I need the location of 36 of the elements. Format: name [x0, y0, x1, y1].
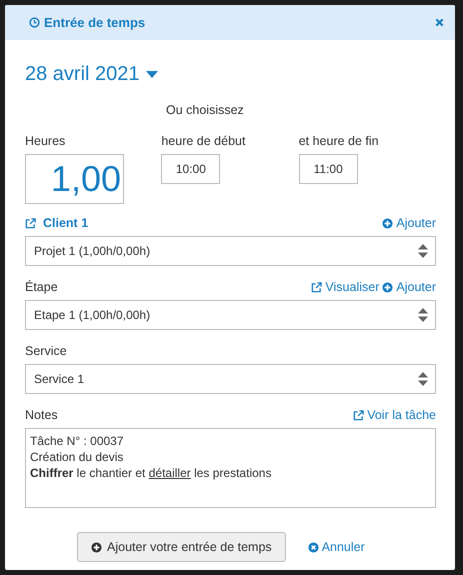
external-link-icon — [25, 218, 36, 228]
start-time-field[interactable]: 10:00 — [161, 154, 220, 184]
caret-icon — [146, 70, 158, 78]
step-select[interactable]: Etape 1 (1,00h/0,00h) — [25, 300, 436, 330]
up-down-icon — [418, 244, 428, 258]
add-link[interactable]: Ajouter — [382, 280, 436, 294]
field-label: Étape — [25, 280, 58, 294]
up-down-icon — [418, 308, 428, 322]
view-task-link[interactable]: Voir la tâche — [353, 408, 436, 422]
plus-circle-icon — [382, 282, 394, 292]
project-select[interactable]: Projet 1 (1,00h/0,00h) — [25, 236, 436, 266]
close-icon[interactable] — [435, 18, 444, 27]
date-picker[interactable]: 28 avril 2021 — [25, 63, 158, 86]
end-time-field[interactable]: 11:00 — [298, 154, 358, 184]
service-select[interactable]: Service 1 — [25, 364, 436, 394]
view-link[interactable]: Visualiser — [311, 280, 380, 294]
notes-field[interactable]: Tâche N° : 00037 Création du devis Chiffrer le chantier et détailler les prestations — [25, 428, 436, 508]
field-label: Notes — [25, 408, 58, 422]
field-label: Service — [25, 344, 67, 358]
clock-icon — [29, 17, 40, 28]
cross-circle-icon — [308, 542, 319, 552]
external-link-icon — [311, 282, 322, 292]
submit-button[interactable]: Ajouter votre entrée de temps — [77, 532, 286, 562]
field-label: Heures — [25, 134, 66, 148]
external-link-icon — [353, 410, 364, 420]
field-label: heure de début — [161, 134, 246, 148]
client-link[interactable]: Client 1 — [25, 216, 88, 230]
field-label: et heure de fin — [298, 134, 379, 148]
choose-label: Ou choisissez — [166, 103, 245, 117]
add-link[interactable]: Ajouter — [382, 216, 436, 230]
cancel-link[interactable]: Annuler — [308, 540, 365, 554]
hours-field[interactable]: 1,00 — [25, 154, 124, 204]
plus-circle-icon — [382, 218, 394, 228]
plus-circle-icon — [91, 542, 102, 552]
dialog-title: Entrée de temps — [44, 15, 146, 30]
up-down-icon — [418, 372, 428, 386]
